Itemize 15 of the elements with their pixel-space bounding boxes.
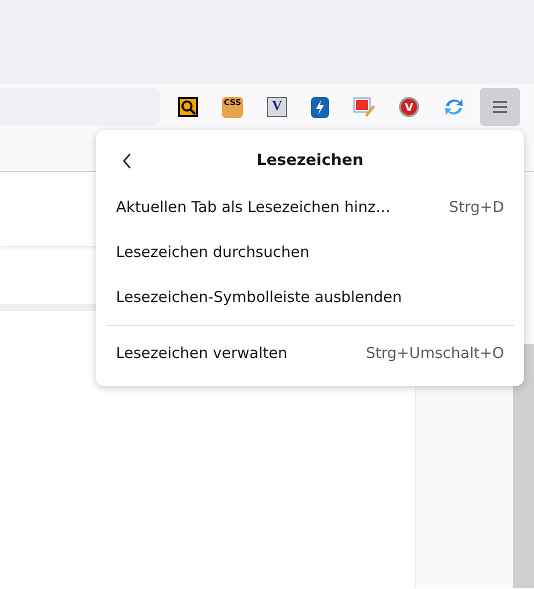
menu-item[interactable]: Lesezeichen verwalten Strg+Umschalt+O — [106, 331, 514, 376]
magnifier-icon[interactable] — [178, 97, 198, 117]
lightning-icon[interactable] — [311, 96, 329, 118]
menu-title: Lesezeichen — [256, 150, 364, 172]
menu-item[interactable]: Lesezeichen-Symbolleiste ausblenden — [106, 275, 514, 320]
menu-item[interactable]: Aktuellen Tab als Lesezeichen hinz… Strg+D — [106, 185, 514, 230]
letter-icon[interactable]: V — [267, 97, 287, 117]
picture-pencil-icon[interactable] — [353, 97, 375, 117]
back-icon — [122, 153, 132, 169]
menu-icon — [492, 101, 508, 113]
menu-button[interactable] — [480, 88, 520, 126]
sync-icon[interactable] — [443, 97, 465, 117]
menu-item[interactable]: Lesezeichen durchsuchen — [106, 230, 514, 275]
round-v-icon[interactable]: V — [399, 97, 419, 117]
css-icon[interactable]: CSS — [222, 96, 243, 118]
